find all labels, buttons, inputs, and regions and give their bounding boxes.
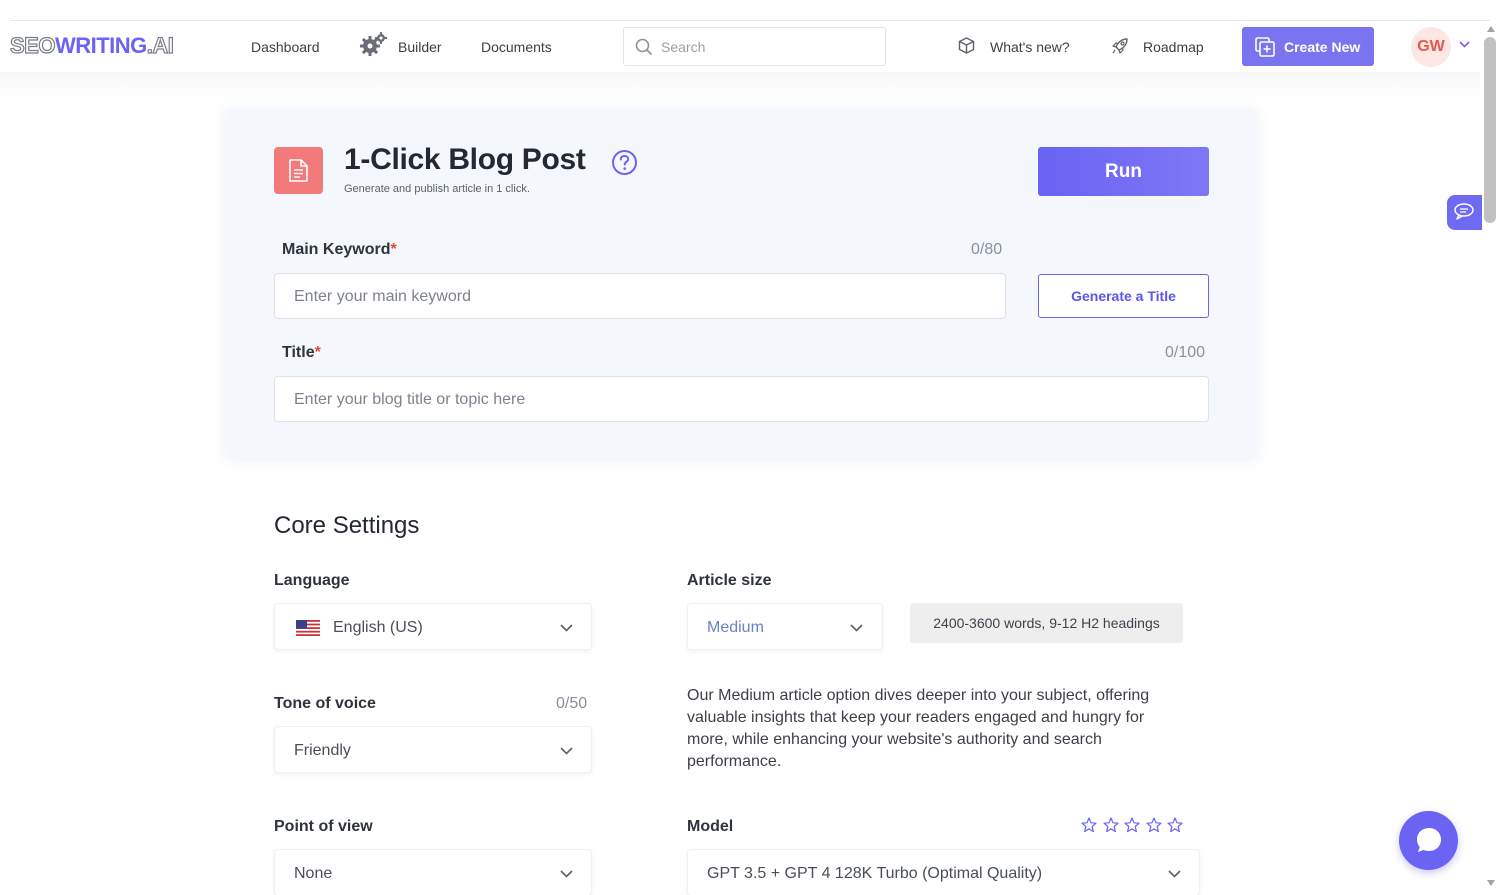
star-icon[interactable] [1081, 817, 1097, 833]
search-icon [635, 38, 653, 56]
language-value: English (US) [333, 619, 423, 636]
run-button[interactable]: Run [1038, 147, 1209, 196]
title-field[interactable] [274, 376, 1209, 422]
generate-title-button[interactable]: Generate a Title [1038, 274, 1209, 318]
create-new-button[interactable]: Create New [1242, 27, 1374, 66]
main-keyword-label-text: Main Keyword [282, 241, 391, 258]
model-label: Model [687, 818, 734, 835]
create-new-label: Create New [1284, 39, 1361, 55]
nav-builder[interactable]: Builder [398, 39, 442, 55]
page-subtitle: Generate and publish article in 1 click. [344, 183, 530, 195]
chat-icon [1417, 828, 1441, 852]
logo-ai: .AI [146, 32, 174, 58]
article-size-select[interactable]: Medium [687, 603, 883, 650]
chevron-down-icon[interactable] [1459, 41, 1470, 48]
title-label-text: Title [282, 344, 315, 361]
chevron-down-icon [560, 747, 573, 755]
article-size-label: Article size [687, 572, 772, 589]
model-value: GPT 3.5 + GPT 4 128K Turbo (Optimal Qual… [707, 865, 1043, 882]
logo-seo: SEO [9, 32, 56, 58]
scroll-up-arrow[interactable] [1487, 26, 1495, 32]
logo-writing: WRITING [54, 33, 147, 58]
add-document-icon [1255, 37, 1275, 57]
top-navbar: SEOWRITING.AI Dashboard Builder Document… [0, 21, 1480, 72]
article-size-value: Medium [707, 619, 764, 636]
feedback-widget-button[interactable] [1447, 195, 1482, 230]
required-mark: * [390, 241, 397, 258]
model-rating[interactable] [1081, 817, 1187, 835]
rocket-icon [1112, 38, 1128, 54]
live-chat-button[interactable] [1399, 811, 1458, 870]
star-icon[interactable] [1124, 817, 1140, 833]
star-icon[interactable] [1102, 817, 1119, 833]
header-shadow [0, 72, 1480, 102]
search-input[interactable] [661, 37, 871, 57]
search-box[interactable] [623, 27, 886, 66]
language-label: Language [274, 572, 350, 589]
nav-documents[interactable]: Documents [481, 39, 552, 55]
main-keyword-counter: 0/80 [971, 241, 1003, 258]
article-size-info: 2400-3600 words, 9-12 H2 headings [910, 603, 1183, 643]
avatar[interactable]: GW [1411, 27, 1451, 67]
tone-of-voice-value: Friendly [294, 742, 351, 759]
scroll-down-arrow[interactable] [1487, 880, 1495, 886]
article-size-description: Our Medium article option dives deeper i… [687, 687, 1150, 770]
scrollbar-thumb[interactable] [1484, 37, 1496, 223]
point-of-view-value: None [294, 865, 333, 882]
document-icon-badge [274, 147, 323, 194]
chat-bubbles-icon [1454, 203, 1474, 220]
title-input[interactable] [294, 389, 1134, 411]
page-title: 1-Click Blog Post [344, 143, 586, 176]
tone-of-voice-select[interactable]: Friendly [274, 726, 592, 773]
document-icon [289, 159, 308, 182]
roadmap-link[interactable]: Roadmap [1143, 39, 1204, 55]
nav-dashboard[interactable]: Dashboard [251, 39, 320, 55]
model-select[interactable]: GPT 3.5 + GPT 4 128K Turbo (Optimal Qual… [687, 849, 1200, 895]
chevron-down-icon [560, 624, 573, 632]
chevron-down-icon [1168, 870, 1181, 878]
point-of-view-select[interactable]: None [274, 849, 592, 895]
language-select[interactable]: English (US) [274, 603, 592, 650]
tone-of-voice-label: Tone of voice [274, 695, 376, 712]
title-label: Title* [282, 344, 321, 362]
main-keyword-field[interactable] [274, 273, 1006, 319]
core-settings-heading: Core Settings [274, 512, 420, 539]
point-of-view-label: Point of view [274, 818, 373, 835]
gears-icon [360, 32, 387, 56]
main-keyword-input[interactable] [294, 286, 951, 308]
whats-new-link[interactable]: What's new? [990, 39, 1070, 55]
chevron-down-icon [560, 870, 573, 878]
package-icon [958, 37, 975, 54]
chevron-down-icon [850, 624, 863, 632]
required-mark: * [314, 344, 321, 361]
logo[interactable]: SEOWRITING.AI [9, 32, 174, 59]
tone-of-voice-counter: 0/50 [556, 695, 588, 712]
title-counter: 0/100 [1165, 344, 1206, 361]
star-icon[interactable] [1167, 817, 1183, 833]
help-icon[interactable] [611, 149, 638, 176]
us-flag-icon [296, 620, 320, 636]
main-keyword-label: Main Keyword* [282, 241, 397, 259]
star-icon[interactable] [1145, 817, 1162, 833]
page: SEOWRITING.AI Dashboard Builder Document… [0, 0, 1500, 895]
